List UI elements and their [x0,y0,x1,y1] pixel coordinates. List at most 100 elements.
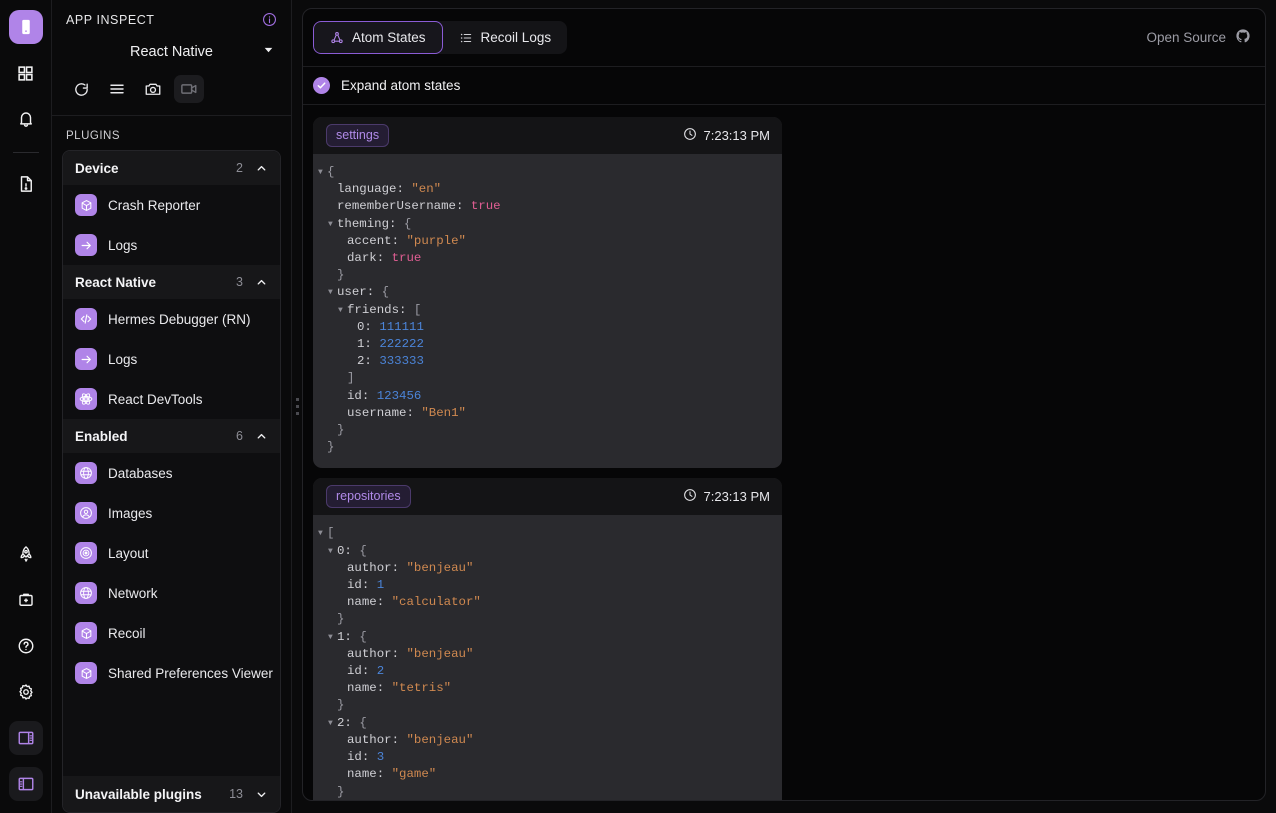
rocket-icon[interactable] [9,537,43,571]
main-toolbar: Atom States Recoil Logs Open Source [303,9,1265,67]
json-punctuation: [ [327,526,335,541]
plugin-section-header-device[interactable]: Device 2 [63,151,280,185]
collapse-triangle-icon[interactable]: ▼ [318,525,327,542]
json-key: author: [347,732,407,747]
json-line: ▼name: "game" [313,766,782,783]
json-key: author: [347,560,407,575]
tab-atom-states[interactable]: Atom States [313,21,443,54]
open-source-link[interactable]: Open Source [1146,28,1251,47]
json-punctuation: { [359,629,367,644]
collapse-triangle-icon[interactable]: ▼ [318,164,327,181]
json-punctuation: } [337,612,345,627]
json-value: 222222 [379,337,424,352]
unavailable-plugins-section[interactable]: Unavailable plugins 13 [63,776,280,812]
collapse-triangle-icon[interactable]: ▼ [328,543,337,560]
plugin-section-header-enabled[interactable]: Enabled 6 [63,419,280,453]
screenshot-camera-icon[interactable] [138,75,168,103]
tab-atom-states-label: Atom States [352,30,426,45]
plugin-section-title: Enabled [75,428,128,444]
medical-kit-icon[interactable] [9,583,43,617]
help-circle-icon[interactable] [9,629,43,663]
json-key: id: [347,664,377,679]
json-line-spacer: ▼ [338,577,347,594]
left-panel-toggle-icon[interactable] [8,767,43,801]
collapse-triangle-icon[interactable]: ▼ [328,284,337,301]
json-line: ▼ 0: { [313,543,782,560]
sidebar-item-databases[interactable]: Databases [63,453,280,493]
info-icon[interactable] [262,12,277,27]
device-selector-label: React Native [129,44,213,60]
sidebar-item-crash-reporter[interactable]: Crash Reporter [63,185,280,225]
plugin-section-header-react-native[interactable]: React Native 3 [63,265,280,299]
sidebar-item-shared-preferences-viewer[interactable]: Shared Preferences Viewer [63,653,280,693]
collapse-triangle-icon[interactable]: ▼ [338,302,347,319]
sidebar-item-label: Crash Reporter [108,197,201,213]
icon-rail [0,0,52,813]
open-source-label: Open Source [1146,30,1226,45]
json-line: ▼name: "calculator" [313,594,782,611]
app-root: APP INSPECT React Native PLUGINS Device … [0,0,1276,813]
sidebar-item-network[interactable]: Network [63,573,280,613]
expand-atom-states-row: Expand atom states [303,67,1265,105]
json-punctuation: { [359,715,367,730]
json-line-spacer: ▼ [338,680,347,697]
sidebar-item-label: Recoil [108,625,146,641]
sidebar-item-label: Databases [108,465,173,481]
sidebar-item-logs[interactable]: Logs [63,225,280,265]
device-selector[interactable]: React Native [62,39,281,65]
settings-gear-icon[interactable] [9,675,43,709]
reload-icon[interactable] [66,75,96,103]
json-line: ▼} [313,697,782,714]
sidebar-item-react-devtools[interactable]: React DevTools [63,379,280,419]
json-line-spacer: ▼ [338,405,347,422]
apps-grid-icon[interactable] [9,56,43,90]
sidebar-item-hermes-debugger-rn[interactable]: Hermes Debugger (RN) [63,299,280,339]
file-alert-icon[interactable] [9,167,43,201]
json-value: "benjeau" [406,560,474,575]
plugin-section-title: React Native [75,274,157,290]
sidebar-item-recoil[interactable]: Recoil [63,613,280,653]
json-line: ▼} [313,267,782,284]
sidebar-item-layout[interactable]: Layout [63,533,280,573]
json-value: 333333 [379,354,424,369]
json-line: ▼name: "tetris" [313,680,782,697]
sidebar-item-logs[interactable]: Logs [63,339,280,379]
collapse-triangle-icon[interactable]: ▼ [328,629,337,646]
json-line: ▼dark: true [313,250,782,267]
json-key: name: [347,681,392,696]
json-value: "en" [411,182,442,197]
json-line-spacer: ▼ [338,250,347,267]
right-panel-toggle-icon[interactable] [8,721,43,755]
json-value: "calculator" [391,595,481,610]
sidebar-resize-handle[interactable] [292,0,302,813]
atom-name-badge[interactable]: settings [326,124,390,147]
menu-icon[interactable] [102,75,132,103]
notifications-bell-icon[interactable] [9,102,43,136]
json-key: name: [347,767,392,782]
globe-icon [75,462,97,484]
json-line: ▼author: "benjeau" [313,560,782,577]
tab-recoil-logs[interactable]: Recoil Logs [443,21,568,54]
json-line-spacer: ▼ [348,319,357,336]
expand-atom-states-checkbox[interactable] [313,77,330,94]
json-line: ▼language: "en" [313,181,782,198]
device-icon[interactable] [8,10,43,44]
collapse-triangle-icon[interactable]: ▼ [328,216,337,233]
sidebar-toolbar [52,65,291,116]
card-timestamp: 7:23:13 PM [683,488,770,505]
card-json-body: ▼[▼0: {▼author: "benjeau"▼id: 1▼name: "c… [313,515,782,800]
atom-icon [75,388,97,410]
clock-icon [683,127,697,144]
plugin-panel: Device 2 Crash Reporter Logs React Native 3 He… [62,150,281,813]
json-line: ▼id: 123456 [313,388,782,405]
screen-record-icon[interactable] [174,75,204,103]
json-key: author: [347,646,407,661]
collapse-triangle-icon[interactable]: ▼ [328,715,337,732]
json-key: 2: [357,354,380,369]
json-line-spacer: ▼ [328,784,337,801]
card-timestamp-label: 7:23:13 PM [703,128,771,143]
sidebar-item-images[interactable]: Images [63,493,280,533]
plugins-label: PLUGINS [66,130,120,142]
atom-name-badge[interactable]: repositories [326,485,411,509]
json-line: ▼} [313,784,782,801]
